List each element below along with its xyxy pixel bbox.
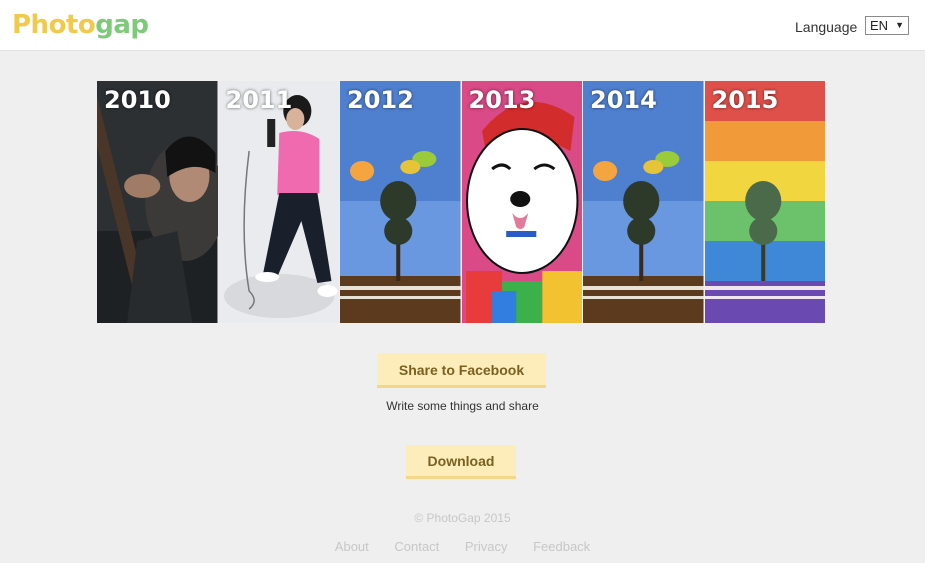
logo-part-gap: gap bbox=[95, 10, 149, 40]
year-label: 2014 bbox=[590, 86, 657, 114]
language-select[interactable]: EN ▼ bbox=[865, 16, 909, 35]
blue-sky-tree-photo bbox=[583, 81, 704, 323]
logo-part-photo: Photo bbox=[12, 10, 96, 40]
timeline-panel-2015: 2015 bbox=[704, 81, 825, 323]
year-label: 2015 bbox=[711, 86, 779, 114]
timeline-panel-2011: 2011 bbox=[218, 81, 339, 323]
guitar-portrait-photo bbox=[97, 81, 218, 323]
timeline-strip: 2010 2011 2012 2013 2014 2015 bbox=[97, 81, 825, 323]
year-label: 2010 bbox=[104, 86, 171, 114]
timeline-panel-2013: 2013 bbox=[461, 81, 582, 323]
year-label: 2013 bbox=[468, 86, 536, 114]
language-value: EN bbox=[870, 18, 889, 33]
footer-link-feedback[interactable]: Feedback bbox=[533, 539, 590, 554]
cartoon-dog-photo bbox=[461, 81, 582, 323]
dropdown-arrow-icon: ▼ bbox=[895, 20, 904, 30]
year-label: 2011 bbox=[225, 86, 293, 114]
singer-microphone-photo bbox=[218, 81, 339, 323]
rainbow-tree-photo bbox=[704, 81, 825, 323]
language-label: Language bbox=[795, 19, 858, 35]
share-to-facebook-button[interactable]: Share to Facebook bbox=[377, 353, 546, 388]
footer-link-contact[interactable]: Contact bbox=[394, 539, 439, 554]
year-label: 2012 bbox=[347, 86, 414, 114]
footer-link-privacy[interactable]: Privacy bbox=[465, 539, 508, 554]
footer-links: About Contact Privacy Feedback bbox=[0, 539, 925, 554]
blue-sky-tree-photo bbox=[340, 81, 461, 323]
logo[interactable]: Photogap bbox=[12, 9, 149, 41]
share-subtext: Write some things and share bbox=[386, 399, 539, 413]
timeline-panel-2014: 2014 bbox=[583, 81, 704, 323]
download-button[interactable]: Download bbox=[406, 445, 516, 479]
timeline-panel-2012: 2012 bbox=[340, 81, 461, 323]
footer-link-about[interactable]: About bbox=[335, 539, 369, 554]
copyright-text: © PhotoGap 2015 bbox=[414, 511, 511, 525]
timeline-panel-2010: 2010 bbox=[97, 81, 218, 323]
header-bar: Photogap Language EN ▼ bbox=[0, 0, 925, 51]
